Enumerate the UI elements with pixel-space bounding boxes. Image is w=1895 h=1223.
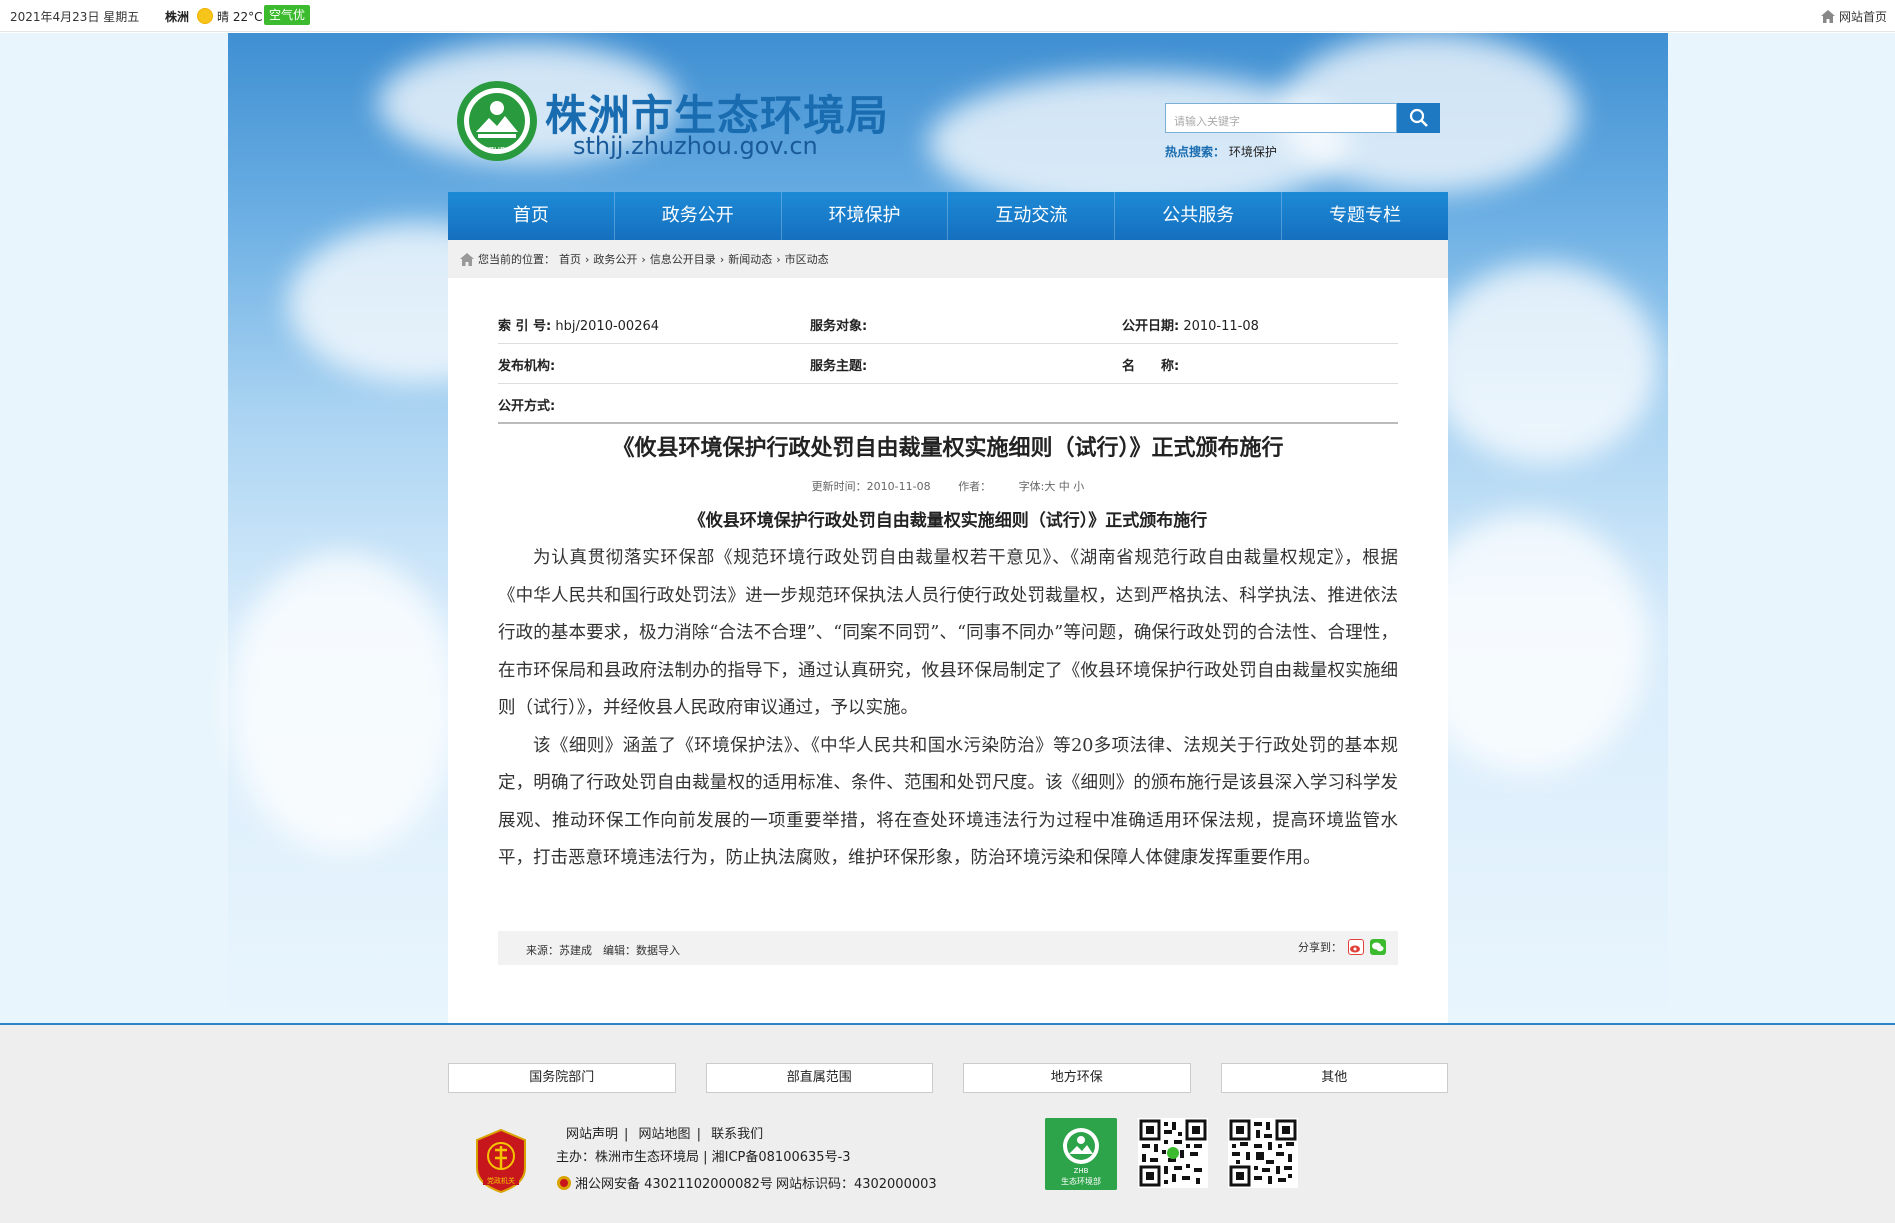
svg-text:党政机关: 党政机关	[487, 1176, 515, 1185]
hot-search-label: 热点搜索：	[1165, 145, 1226, 159]
nav-item-environment[interactable]: 环境保护	[782, 192, 949, 240]
wechat-qr-code	[1138, 1118, 1208, 1188]
metadata-mode: 公开方式:	[498, 395, 555, 414]
share-label: 分享到：	[1298, 941, 1342, 954]
metadata-target-label: 服务对象:	[810, 319, 868, 334]
ministry-ecology-logo[interactable]: ZHB 生态环境部	[1045, 1118, 1117, 1190]
metadata-org-label: 发布机构:	[498, 359, 556, 374]
main-nav: 首页 政务公开 环境保护 互动交流 公共服务 专题专栏	[448, 192, 1448, 240]
search-input[interactable]: 请输入关键字	[1165, 103, 1397, 133]
search-button[interactable]	[1397, 103, 1440, 133]
share-bar: 分享到：	[1298, 939, 1386, 955]
nav-item-interaction[interactable]: 互动交流	[948, 192, 1116, 240]
home-icon	[460, 252, 474, 266]
breadcrumb-item[interactable]: 政务公开	[593, 251, 637, 267]
main-content: 您当前的位置： 首页 › 政务公开 › 信息公开目录 › 新闻动态 › 市区动态…	[448, 240, 1448, 1023]
breadcrumb-item[interactable]: 新闻动态	[728, 251, 772, 267]
metadata-date: 公开日期: 2010-11-08	[1122, 315, 1259, 334]
article-footer: 来源：苏建成 编辑：数据导入 分享到：	[498, 931, 1398, 965]
nav-item-government[interactable]: 政务公开	[615, 192, 782, 240]
nav-item-home[interactable]: 首页	[448, 192, 615, 240]
metadata-topic-label: 服务主题:	[810, 359, 868, 374]
metadata-topic: 服务主题:	[810, 355, 867, 374]
breadcrumb-item[interactable]: 市区动态	[785, 251, 829, 267]
weibo-share-icon[interactable]	[1348, 939, 1364, 955]
party-government-badge[interactable]: 党政机关	[473, 1128, 529, 1194]
metadata-row: 公开方式:	[498, 384, 1398, 424]
footer-nav: 网站声明 | 网站地图 | 联系我们	[566, 1127, 764, 1142]
app-qr-code	[1228, 1118, 1298, 1188]
article-paragraph: 为认真贯彻落实环保部《规范环境行政处罚自由裁量权若干意见》、《湖南省规范行政自由…	[498, 548, 1398, 718]
article-subtitle: 《攸县环境保护行政处罚自由裁量权实施细则（试行）》正式颁布施行	[688, 511, 1208, 531]
footer-link-contact[interactable]: 联系我们	[711, 1127, 763, 1142]
metadata-row: 索 引 号: hbj/2010-00264 服务对象: 公开日期: 2010-1…	[498, 304, 1398, 344]
metadata-org: 发布机构:	[498, 355, 555, 374]
police-record[interactable]: 湘公网安备 43021102000082号	[575, 1173, 773, 1192]
metadata-date-value: 2010-11-08	[1183, 319, 1259, 334]
current-date: 2021年4月23日 星期五	[10, 10, 140, 24]
metadata-row: 发布机构: 服务主题: 名 称:	[498, 344, 1398, 384]
svg-text:ZHB: ZHB	[489, 146, 506, 155]
breadcrumb-separator: ›	[776, 252, 781, 266]
page-footer: 国务院部门 部直属范围 地方环保 其他 党政机关 网站声明 | 网站地图 | 联系我…	[0, 1023, 1895, 1223]
breadcrumb-separator: ›	[719, 252, 725, 266]
breadcrumb: 您当前的位置： 首页 › 政务公开 › 信息公开目录 › 新闻动态 › 市区动态	[448, 240, 1448, 278]
link-select-local[interactable]: 地方环保	[963, 1063, 1191, 1093]
hot-search-keyword[interactable]: 环境保护	[1229, 145, 1277, 159]
air-quality-badge: 空气优	[264, 5, 311, 25]
police-emblem-icon	[557, 1175, 571, 1190]
breadcrumb-item[interactable]: 首页	[559, 251, 581, 267]
top-bar: 2021年4月23日 星期五 株洲 晴 22°C 空气优 网站首页	[0, 0, 1895, 32]
link-select-other[interactable]: 其他	[1220, 1063, 1448, 1093]
nav-item-topics[interactable]: 专题专栏	[1282, 192, 1448, 240]
wechat-share-icon[interactable]	[1370, 939, 1386, 955]
metadata-index-label: 索 引 号:	[498, 319, 552, 334]
metadata-index-value: hbj/2010-00264	[555, 319, 660, 334]
metadata-index: 索 引 号: hbj/2010-00264	[498, 315, 659, 334]
svg-text:生态环境部: 生态环境部	[1061, 1176, 1101, 1186]
weather-text: 晴 22°C	[217, 10, 263, 24]
home-icon	[1820, 10, 1835, 23]
article-info: 更新时间：2010-11-08 作者： 字体:大 中 小	[448, 478, 1448, 494]
footer-link-sitemap[interactable]: 网站地图	[639, 1127, 691, 1142]
article-author: 作者：	[958, 480, 992, 493]
font-size-switch[interactable]: 字体:大 中 小	[1019, 480, 1085, 493]
sun-icon	[197, 8, 213, 24]
metadata-date-label: 公开日期:	[1122, 319, 1180, 334]
breadcrumb-separator: ›	[585, 252, 590, 266]
metadata-mode-label: 公开方式:	[498, 399, 556, 414]
related-links: 国务院部门 部直属范围 地方环保 其他	[448, 1063, 1448, 1093]
article-source: 来源：苏建成 编辑：数据导入	[526, 944, 680, 957]
breadcrumb-separator: ›	[641, 252, 646, 266]
site-url: sthjj.zhuzhou.gov.cn	[573, 132, 818, 160]
article-body: 为认真贯彻落实环保部《规范环境行政处罚自由裁量权若干意见》、《湖南省规范行政自由…	[498, 540, 1398, 878]
nav-item-service[interactable]: 公共服务	[1115, 192, 1283, 240]
breadcrumb-prefix: 您当前的位置：	[478, 253, 555, 266]
home-link-label: 网站首页	[1838, 10, 1887, 24]
metadata-target: 服务对象:	[810, 315, 867, 334]
document-metadata: 索 引 号: hbj/2010-00264 服务对象: 公开日期: 2010-1…	[498, 304, 1398, 424]
article-paragraph: 该《细则》涵盖了《环境保护法》、《中华人民共和国水污染防治》等20多项法律、法规…	[498, 735, 1398, 869]
metadata-name: 名 称:	[1122, 355, 1179, 374]
footer-host: 主办：株洲市生态环境局 | 湘ICP备08100635号-3	[556, 1150, 851, 1165]
footer-link-statement[interactable]: 网站声明	[566, 1127, 618, 1142]
breadcrumb-item[interactable]: 信息公开目录	[650, 251, 716, 267]
site-code: 网站标识码：4302000003	[775, 1177, 937, 1192]
article-update-time: 更新时间：2010-11-08	[811, 480, 931, 493]
site-logo[interactable]: ZHB	[456, 80, 538, 162]
link-select-ministry[interactable]: 部直属范围	[705, 1063, 933, 1093]
svg-text:ZHB: ZHB	[1074, 1167, 1089, 1175]
page-side-left	[0, 33, 228, 1023]
weather-city: 株洲	[165, 10, 190, 24]
article-title: 《攸县环境保护行政处罚自由裁量权实施细则（试行）》正式颁布施行	[612, 436, 1284, 461]
metadata-name-label: 名 称:	[1122, 359, 1180, 374]
footer-police: 湘公网安备 43021102000082号 网站标识码：4302000003	[556, 1173, 937, 1192]
page-side-right	[1668, 33, 1895, 1023]
search-icon	[1409, 108, 1428, 127]
link-select-state-council[interactable]: 国务院部门	[448, 1063, 676, 1093]
home-link[interactable]: 网站首页	[1820, 8, 1887, 25]
hot-search: 热点搜索： 环境保护	[1165, 143, 1277, 160]
